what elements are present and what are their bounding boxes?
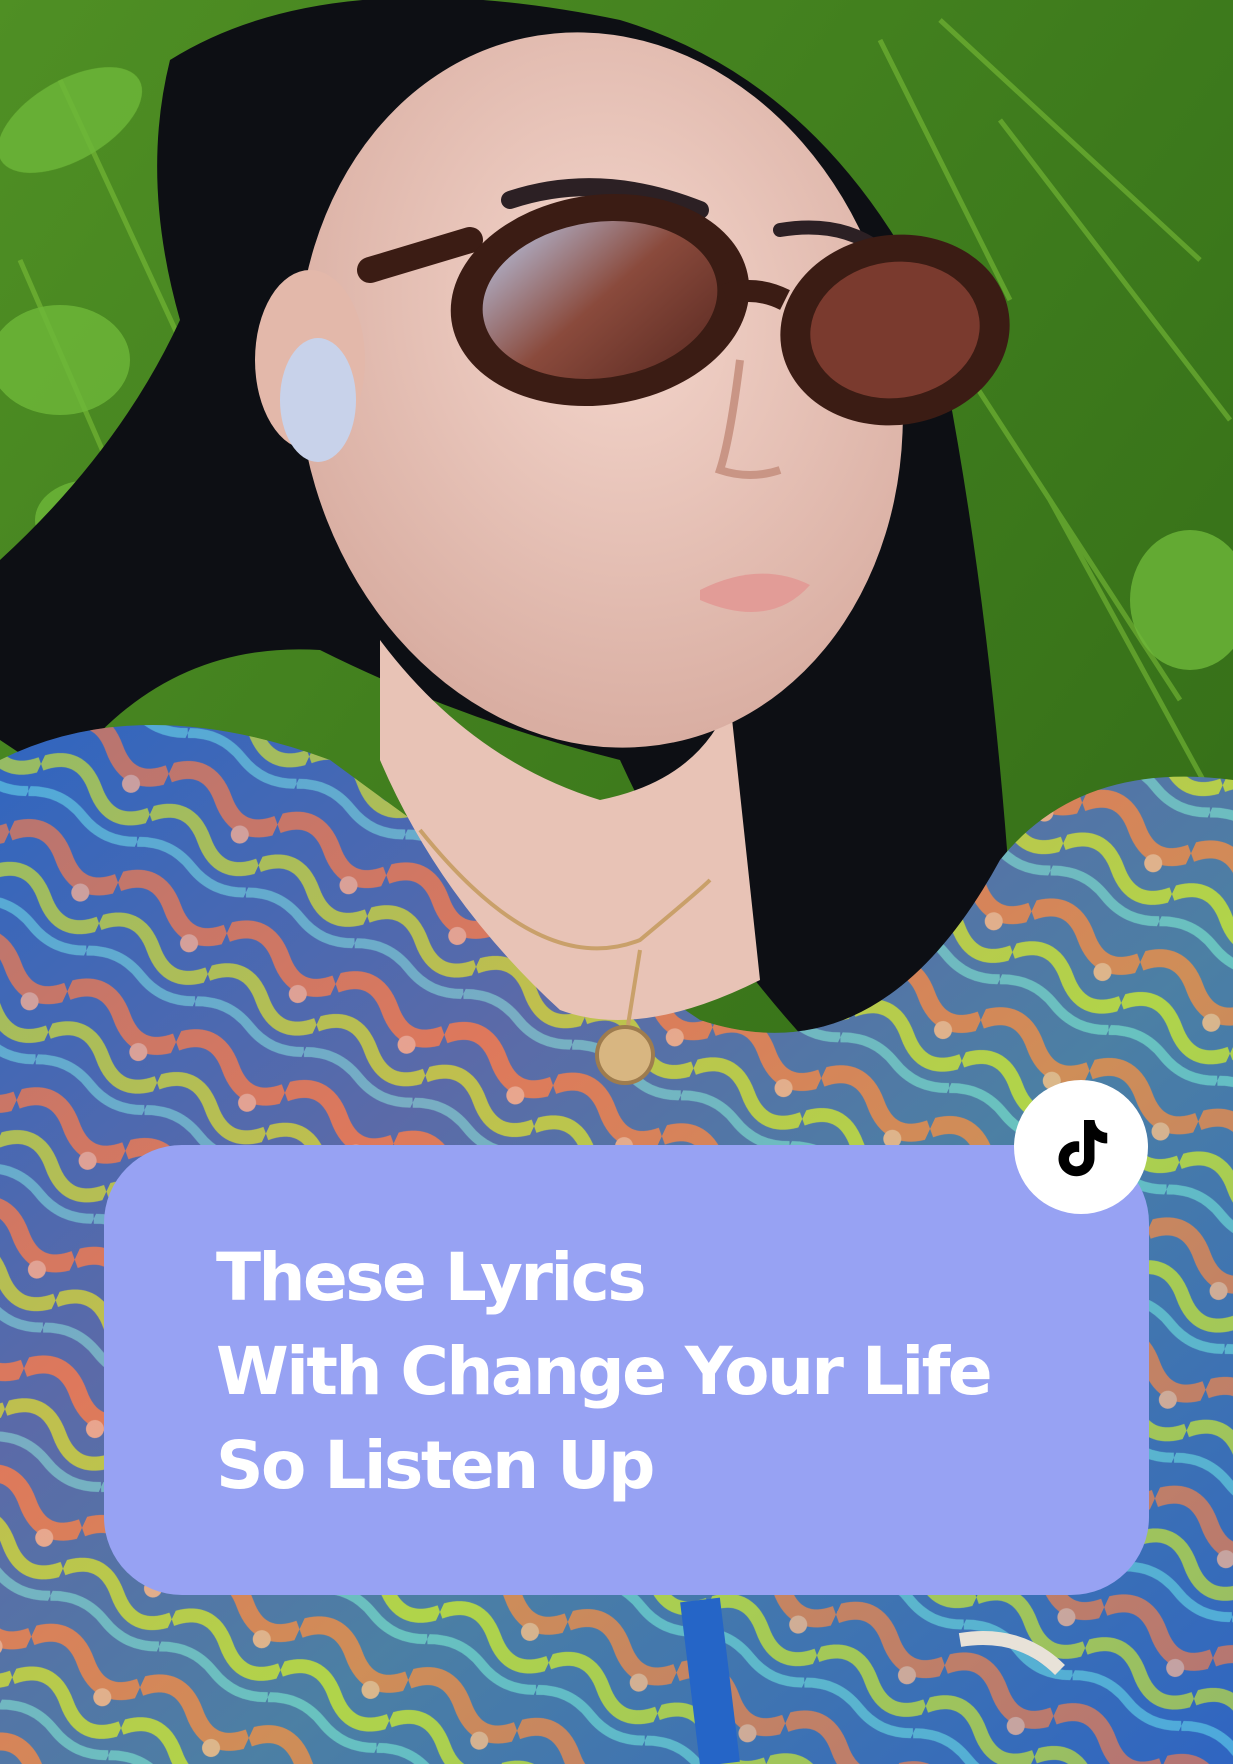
video-frame: These Lyrics With Change Your Life So Li…: [0, 0, 1233, 1764]
tiktok-logo-icon: [1058, 1120, 1108, 1177]
caption-line-3: So Listen Up: [216, 1427, 655, 1504]
tiktok-badge[interactable]: [1014, 1080, 1148, 1214]
caption-line-2: With Change Your Life: [216, 1333, 993, 1410]
caption-line-1: These Lyrics: [216, 1239, 646, 1316]
caption-card: These Lyrics With Change Your Life So Li…: [104, 1145, 1149, 1595]
